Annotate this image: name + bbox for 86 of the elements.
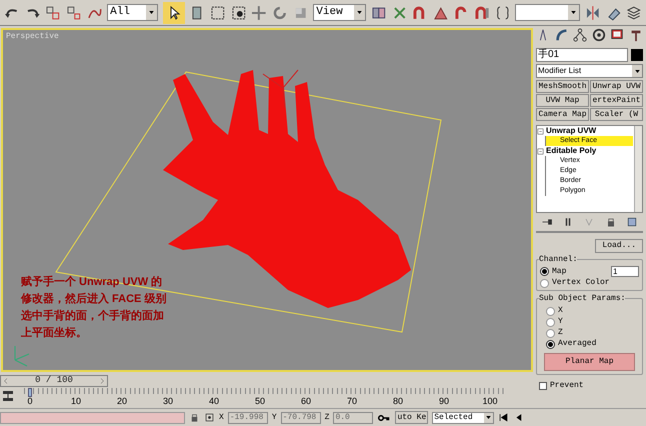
previous-frame-icon[interactable] — [2, 376, 10, 386]
radio-button[interactable] — [546, 328, 555, 338]
lock-icon[interactable] — [189, 412, 200, 423]
ruler-label: 20 — [117, 396, 127, 406]
caret-icon — [571, 11, 576, 14]
note-text: 选中手背的面，个手背的面加 — [21, 309, 165, 323]
radio-label: Z — [558, 328, 563, 338]
radio-label: Y — [558, 317, 563, 327]
named-selection-field[interactable] — [515, 4, 580, 21]
stack-item[interactable]: Unwrap UVW — [546, 126, 596, 136]
reference-coordinate-dropdown[interactable]: View — [313, 4, 366, 21]
prompt-field[interactable] — [0, 412, 185, 424]
caret-icon — [357, 11, 362, 14]
coordinate-label: Z — [324, 412, 330, 424]
coordinate-field[interactable]: 0.0 — [333, 412, 374, 424]
ruler-label: 30 — [163, 396, 173, 406]
unlink-icon[interactable] — [66, 4, 82, 20]
key-filter-dropdown[interactable]: Selected — [432, 412, 494, 424]
link-icon[interactable] — [45, 4, 61, 20]
bend-icon[interactable] — [554, 28, 569, 42]
radio-label: Averaged — [558, 339, 596, 349]
ruler-label: 100 — [482, 396, 498, 406]
time-slider-thumb[interactable]: 0 / 100 — [0, 375, 108, 387]
radio-button[interactable] — [546, 306, 555, 316]
modifier-button[interactable]: Unwrap UVW — [590, 80, 643, 93]
object-color-swatch[interactable] — [631, 49, 643, 61]
hammer-icon[interactable] — [628, 28, 643, 42]
radio-button[interactable] — [540, 278, 549, 288]
ruler-label: 0 — [28, 396, 32, 406]
map-channel-spinner[interactable]: 1 — [611, 266, 639, 277]
modifier-button[interactable]: Camera Map — [536, 108, 589, 121]
caret-icon — [486, 416, 492, 419]
hierarchy-icon[interactable] — [573, 28, 588, 42]
note-text: 修改器，然后进入 FACE 级别 — [21, 292, 166, 306]
ruler-label: 10 — [71, 396, 81, 406]
radio-button[interactable] — [540, 267, 549, 276]
selection-filter-dropdown[interactable]: All — [107, 4, 158, 21]
collapse-icon[interactable] — [537, 148, 544, 154]
object-name-field[interactable]: 手01 — [536, 48, 628, 62]
group-title: Sub Object Params: — [539, 293, 626, 305]
coordinate-field[interactable]: -19.998 — [228, 412, 268, 424]
coordinate-label: X — [219, 412, 224, 424]
monitor-icon[interactable] — [610, 28, 624, 42]
auto-key-button[interactable]: uto Ke — [395, 411, 428, 424]
radio-label: Vertex Color — [552, 278, 610, 288]
go-to-start-icon[interactable] — [498, 412, 510, 423]
layers-icon[interactable] — [626, 4, 642, 20]
note-text: 上平面坐标。 — [21, 326, 88, 340]
next-frame-icon[interactable] — [98, 376, 106, 386]
axis-tripod-icon — [14, 346, 30, 366]
collapse-icon[interactable] — [537, 128, 544, 134]
planar-map-button[interactable]: Planar Map — [544, 353, 635, 371]
coordinate-label: Y — [272, 412, 277, 424]
time-marker[interactable] — [28, 388, 32, 397]
rectangle-selection-icon[interactable] — [210, 4, 226, 20]
ruler-label: 50 — [255, 396, 265, 406]
ruler-label: 40 — [209, 396, 219, 406]
window-crossing-icon[interactable] — [230, 4, 246, 20]
coordinate-field[interactable]: -70.798 — [280, 412, 321, 424]
checkbox[interactable] — [539, 382, 547, 390]
modifier-list-dropdown[interactable]: Modifier List — [536, 64, 643, 78]
move-icon[interactable] — [251, 4, 268, 20]
checkbox-label: Prevent — [550, 380, 584, 392]
radio-label: Map — [552, 266, 566, 276]
radio-button[interactable] — [546, 340, 555, 348]
radio-label: X — [558, 306, 563, 316]
stack-item[interactable]: Editable Poly — [546, 146, 596, 156]
ruler-label: 80 — [393, 396, 403, 406]
radio-button[interactable] — [546, 318, 555, 326]
caret-icon — [149, 11, 154, 14]
caret-icon — [634, 70, 640, 72]
viewport-label: Perspective — [6, 31, 59, 43]
mirror-icon[interactable] — [585, 4, 601, 20]
target-icon[interactable] — [592, 28, 606, 42]
ruler-label: 90 — [439, 396, 449, 406]
modifier-button[interactable]: Scaler (W — [590, 108, 643, 121]
modifier-button[interactable]: ertexPaint — [590, 94, 643, 107]
rotate-icon[interactable] — [272, 4, 288, 20]
modifier-button[interactable]: MeshSmooth — [536, 80, 589, 93]
note-text: 赋予手一个 Unwrap UVW 的 — [21, 275, 164, 289]
ruler-label: 60 — [301, 396, 311, 406]
load-button[interactable]: Load... — [595, 239, 643, 253]
modifier-button[interactable]: UVW Map — [536, 94, 589, 107]
transform-gizmo-icon — [262, 70, 298, 108]
ruler-label: 70 — [347, 396, 357, 406]
scrollbar[interactable] — [634, 126, 642, 212]
